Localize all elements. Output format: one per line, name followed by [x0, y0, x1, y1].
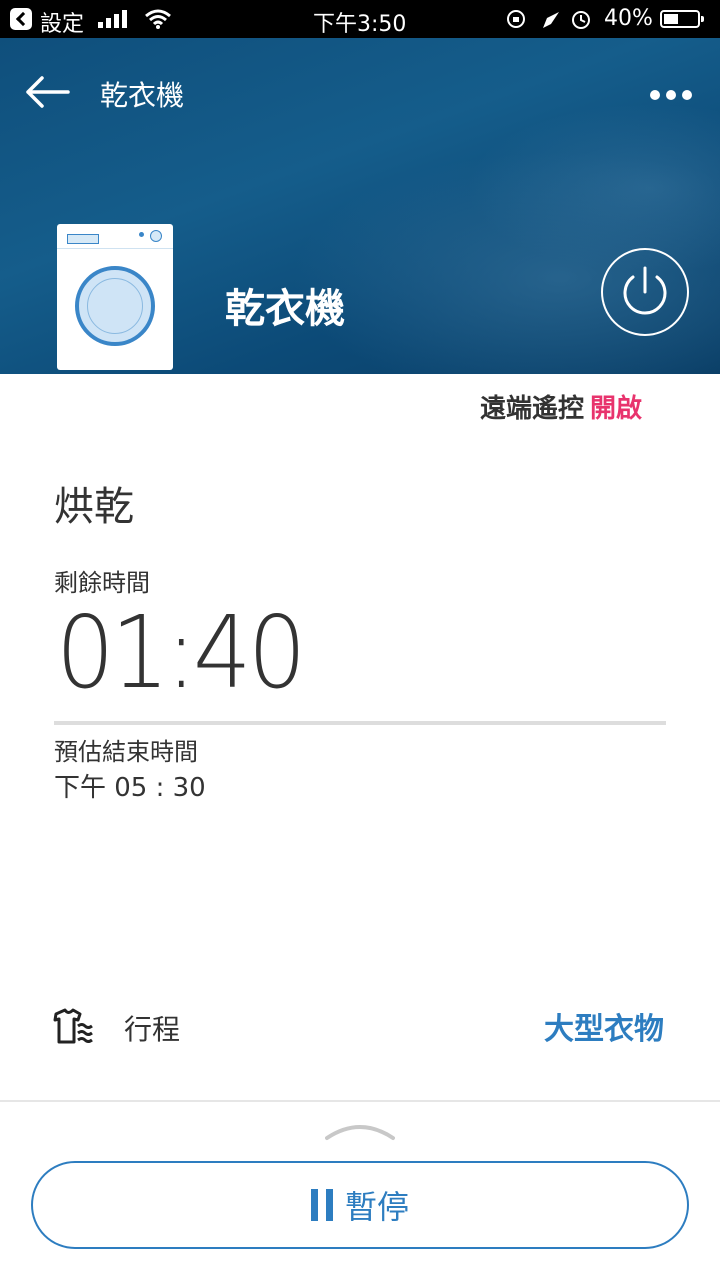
progress-bar	[54, 721, 666, 725]
device-header: 乾衣機 乾衣機	[0, 38, 720, 374]
estimated-end-time: 下午 05 : 30	[54, 773, 206, 803]
device-name: 乾衣機	[225, 286, 345, 332]
remote-control-status: 遠端遙控 開啟	[480, 388, 642, 425]
page-title: 乾衣機	[100, 79, 185, 112]
power-button[interactable]	[601, 248, 689, 336]
remaining-time-label: 剩餘時間	[54, 569, 150, 597]
divider	[0, 1100, 720, 1102]
status-time: 下午3:50	[313, 12, 407, 37]
remaining-time-value: 01:40	[56, 594, 306, 711]
signal-icon	[98, 10, 134, 28]
pause-icon	[310, 1189, 333, 1221]
more-options-icon[interactable]	[650, 88, 696, 102]
battery-icon	[660, 10, 704, 28]
remote-control-label: 遠端遙控	[479, 394, 584, 424]
battery-percentage: 40%	[604, 6, 653, 31]
status-bar: 設定 下午3:50 40%	[0, 0, 720, 38]
pause-button-label: 暫停	[344, 1188, 409, 1226]
remote-control-value: 開啟	[589, 394, 642, 424]
status-icons	[507, 10, 590, 29]
pause-button[interactable]: 暫停	[31, 1161, 689, 1249]
back-to-app-icon[interactable]	[10, 8, 32, 30]
back-arrow-icon[interactable]	[24, 74, 70, 110]
program-clothes-icon	[53, 1008, 93, 1044]
estimated-end-label: 預估結束時間	[54, 738, 198, 766]
carrier-label: 設定	[40, 12, 85, 37]
power-icon	[623, 266, 667, 315]
program-selector[interactable]: 大型衣物	[544, 1004, 664, 1048]
dryer-illustration	[57, 224, 173, 370]
cycle-mode: 烘乾	[54, 484, 134, 530]
wifi-icon	[145, 9, 171, 29]
chevron-up-icon[interactable]	[325, 1120, 395, 1142]
program-label: 行程	[124, 1013, 181, 1046]
